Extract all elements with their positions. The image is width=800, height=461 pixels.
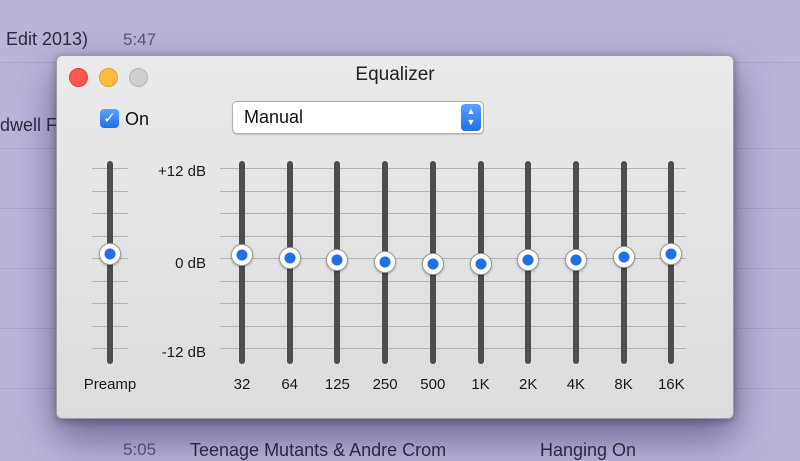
band-knob-125[interactable] — [326, 248, 349, 271]
band-label-2K: 2K — [519, 376, 538, 393]
band-label-4K: 4K — [566, 376, 586, 393]
band-label-500: 500 — [420, 376, 446, 393]
band-knob-2K[interactable] — [517, 249, 540, 272]
window-title: Equalizer — [355, 64, 435, 85]
track-album[interactable]: Hanging On — [540, 440, 636, 461]
db-label-mid: 0 dB — [175, 255, 206, 272]
chevron-updown-icon: ▲ ▼ — [461, 104, 481, 131]
on-checkbox[interactable]: ✓ — [100, 109, 119, 128]
track-artist[interactable]: Teenage Mutants & Andre Crom — [190, 440, 446, 461]
preset-select[interactable]: Manual ▲ ▼ — [232, 101, 484, 134]
band-knob-4K[interactable] — [564, 248, 587, 271]
track-duration: 5:05 — [123, 440, 157, 459]
preamp-label: Preamp — [83, 376, 137, 393]
db-label-top: +12 dB — [158, 163, 206, 180]
track-title[interactable]: Edit 2013) — [6, 29, 88, 50]
equalizer-window: Equalizer ✓ On Manual ▲ ▼ +12 dB 0 dB -12… — [56, 55, 734, 419]
band-label-250: 250 — [372, 376, 398, 393]
band-knob-500[interactable] — [421, 252, 444, 275]
preamp-knob[interactable] — [99, 243, 121, 266]
track-duration: 5:47 — [123, 30, 157, 49]
preset-value: Manual — [244, 107, 304, 127]
band-knob-8K[interactable] — [612, 246, 635, 269]
band-label-125: 125 — [324, 376, 350, 393]
title-bar[interactable]: Equalizer — [57, 56, 733, 96]
band-label-1K: 1K — [471, 376, 490, 393]
on-label[interactable]: On — [125, 109, 149, 130]
band-knob-64[interactable] — [278, 247, 301, 270]
db-label-bottom: -12 dB — [161, 344, 206, 361]
band-label-8K: 8K — [614, 376, 633, 393]
track-title[interactable]: dwell F — [0, 115, 57, 136]
band-label-32: 32 — [233, 376, 251, 393]
band-knob-250[interactable] — [374, 251, 397, 273]
band-knob-32[interactable] — [231, 244, 253, 267]
band-label-64: 64 — [281, 376, 299, 393]
band-knob-1K[interactable] — [469, 253, 492, 276]
band-knob-16K[interactable] — [660, 242, 683, 265]
band-label-16K: 16K — [657, 376, 685, 393]
